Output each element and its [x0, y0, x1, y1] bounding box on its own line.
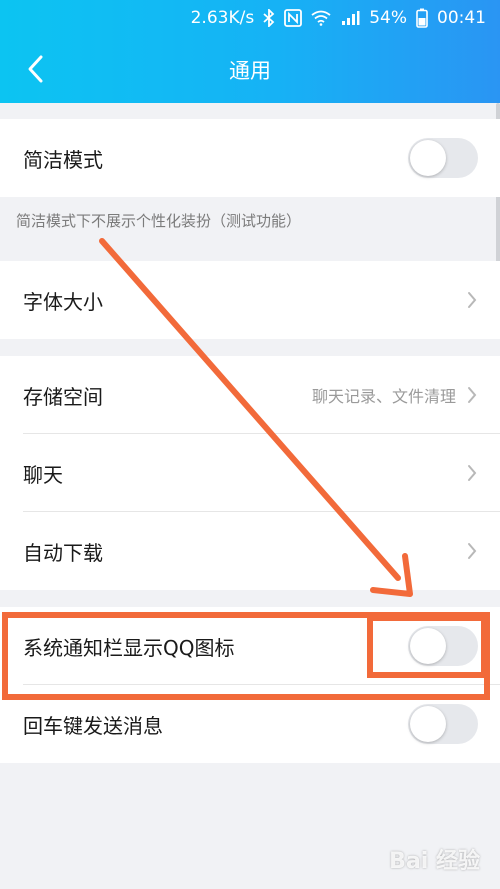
watermark: Bai 经验: [389, 849, 480, 874]
annotation-arrow: [99, 238, 413, 597]
